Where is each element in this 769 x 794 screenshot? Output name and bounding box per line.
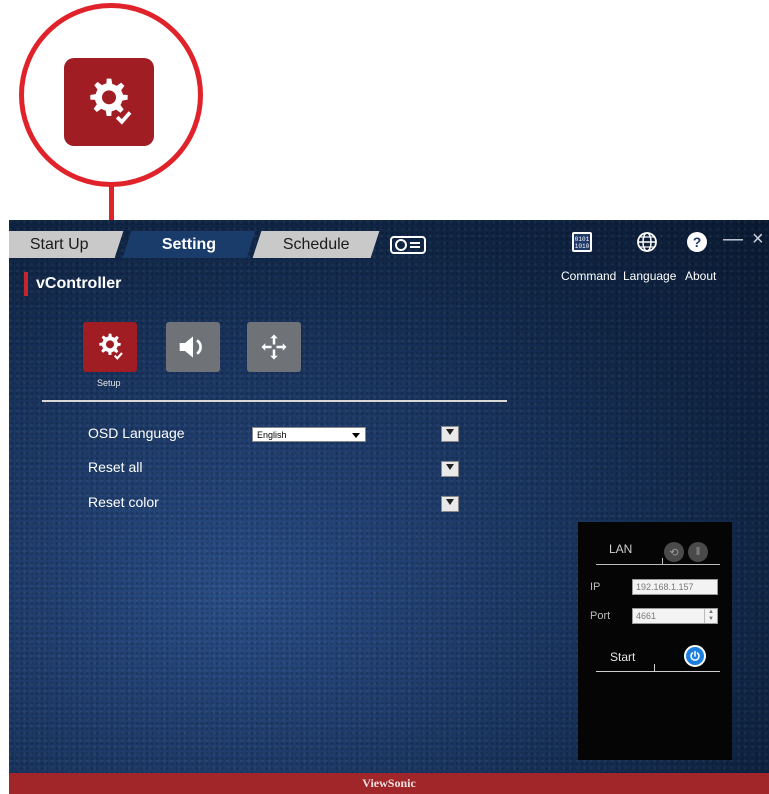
brand-accent-bar — [24, 272, 28, 296]
audio-button[interactable] — [166, 322, 220, 372]
tab-startup-label: Start Up — [29, 235, 89, 253]
callout-gear-icon — [64, 58, 154, 146]
tab-setting-label: Setting — [161, 235, 217, 253]
app-window: Start Up Setting Schedule vController 01… — [9, 220, 769, 794]
osd-language-label: OSD Language — [88, 425, 185, 441]
port-field[interactable]: 4661 ▲ ▼ — [632, 608, 718, 624]
move-button[interactable] — [247, 322, 301, 372]
reset-all-label: Reset all — [88, 459, 143, 475]
language-label[interactable]: Language — [623, 269, 676, 283]
globe-icon — [637, 232, 657, 252]
lan-panel: LAN ⟲ ‖ IP 192.168.1.157 Port 4661 ▲ ▼ St… — [578, 522, 732, 760]
setup-label: Setup — [97, 378, 121, 388]
lan-slider-line — [596, 564, 720, 565]
network-icon[interactable]: ‖ — [688, 542, 708, 562]
reset-color-button[interactable] — [441, 496, 459, 512]
power-button[interactable] — [684, 645, 706, 667]
gear-icon — [99, 333, 123, 360]
ip-field[interactable]: 192.168.1.157 — [632, 579, 718, 595]
about-button[interactable]: ? — [685, 230, 709, 254]
app-title: vController — [36, 275, 122, 292]
binary-command-icon: 0101 1010 — [572, 232, 592, 252]
section-divider — [42, 400, 507, 402]
start-label: Start — [610, 650, 636, 664]
tab-setting[interactable]: Setting — [122, 231, 256, 258]
reset-all-button[interactable] — [441, 461, 459, 477]
tab-startup[interactable]: Start Up — [9, 231, 124, 258]
tab-bar: Start Up Setting Schedule — [9, 231, 389, 258]
chevron-down-icon — [352, 433, 360, 438]
about-label[interactable]: About — [685, 269, 716, 283]
footer-bar: ViewSonic — [9, 773, 769, 794]
projector-icon[interactable] — [388, 234, 428, 256]
tab-schedule-label: Schedule — [282, 235, 350, 253]
tab-schedule[interactable]: Schedule — [252, 231, 380, 258]
speaker-icon — [179, 336, 202, 358]
reset-color-label: Reset color — [88, 494, 159, 510]
command-label[interactable]: Command — [561, 269, 616, 283]
minimize-button[interactable]: — — [723, 228, 743, 251]
close-button[interactable]: × — [752, 228, 764, 251]
port-label: Port — [590, 610, 611, 622]
brand: vController — [24, 272, 121, 296]
osd-language-apply-button[interactable] — [441, 426, 459, 442]
start-slider-line — [596, 671, 720, 672]
ip-label: IP — [590, 581, 601, 593]
port-stepper[interactable]: ▲ ▼ — [704, 609, 717, 623]
command-button[interactable]: 0101 1010 — [570, 230, 594, 254]
osd-language-select[interactable]: English — [252, 427, 366, 442]
share-icon[interactable]: ⟲ — [664, 542, 684, 562]
footer-brand: ViewSonic — [362, 776, 416, 790]
help-icon: ? — [687, 232, 707, 252]
start-slider-tick — [654, 664, 655, 671]
move-arrows-icon — [261, 334, 287, 360]
setup-button[interactable] — [83, 322, 137, 372]
lan-title: LAN — [609, 542, 633, 556]
osd-language-value: English — [257, 429, 287, 440]
svg-text:1010: 1010 — [575, 243, 590, 250]
language-button[interactable] — [635, 230, 659, 254]
port-value: 4661 — [636, 611, 657, 621]
svg-text:?: ? — [693, 234, 702, 250]
power-icon — [690, 650, 700, 661]
svg-text:0101: 0101 — [575, 236, 590, 243]
